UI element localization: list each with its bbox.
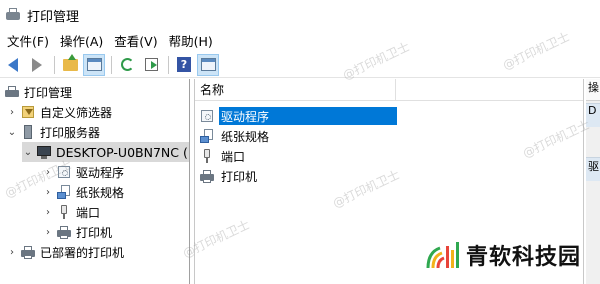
brand-logo: 青软科技园 bbox=[424, 236, 582, 274]
computer-icon bbox=[36, 144, 52, 160]
list-item-forms[interactable]: 纸张规格 bbox=[199, 126, 271, 146]
tree-item-label: DESKTOP-U0BN7NC ( bbox=[56, 144, 188, 160]
actions-pane-item[interactable]: D bbox=[586, 103, 600, 127]
menu-view[interactable]: 查看(V) bbox=[110, 31, 164, 50]
show-hide-console-tree-button[interactable] bbox=[83, 53, 105, 76]
help-button[interactable]: ? bbox=[173, 54, 195, 76]
printer-icon bbox=[199, 168, 215, 184]
list-item-label: 打印机 bbox=[221, 169, 258, 184]
forms-icon bbox=[56, 184, 72, 200]
actions-pane-header: 操 bbox=[586, 79, 600, 101]
filter-icon bbox=[20, 104, 36, 120]
list-item-label: 纸张规格 bbox=[221, 129, 270, 144]
back-button[interactable] bbox=[2, 54, 24, 76]
refresh-button[interactable] bbox=[116, 54, 138, 76]
forward-button[interactable] bbox=[26, 54, 48, 76]
back-icon bbox=[8, 57, 18, 72]
tree-item-desktop-server[interactable]: ⌄ DESKTOP-U0BN7NC ( bbox=[22, 142, 189, 162]
chevron-right-icon[interactable]: › bbox=[6, 106, 18, 118]
list-item-printers[interactable]: 打印机 bbox=[199, 166, 259, 186]
tree-item-printers[interactable]: › 打印机 bbox=[42, 222, 112, 242]
tree-item-label: 纸张规格 bbox=[76, 185, 125, 200]
list-header: 名称 bbox=[195, 79, 583, 101]
menu-action[interactable]: 操作(A) bbox=[56, 31, 110, 50]
chevron-right-icon[interactable]: › bbox=[42, 226, 54, 238]
tree-item-drivers[interactable]: › 驱动程序 bbox=[42, 162, 124, 182]
toolbar-separator bbox=[111, 55, 112, 74]
driver-icon bbox=[56, 164, 72, 180]
chevron-down-icon[interactable]: ⌄ bbox=[6, 126, 18, 138]
tree-item-label: 打印管理 bbox=[24, 85, 73, 100]
list-item-drivers[interactable]: 驱动程序 bbox=[199, 106, 397, 126]
list-item-label: 端口 bbox=[221, 149, 246, 164]
action-pane-icon bbox=[200, 58, 216, 71]
tree-item-deployed-printers[interactable]: › 已部署的打印机 bbox=[6, 242, 124, 262]
tree-item-label: 已部署的打印机 bbox=[40, 245, 125, 260]
chevron-right-icon[interactable]: › bbox=[42, 206, 54, 218]
deployed-printer-icon bbox=[20, 244, 36, 260]
console-tree: 打印管理 › 自定义筛选器 ⌄ 打印服务器 ⌄ DESKTOP-U0BN7NC … bbox=[0, 79, 190, 284]
tree-item-forms[interactable]: › 纸张规格 bbox=[42, 182, 124, 202]
tree-item-label: 自定义筛选器 bbox=[40, 105, 113, 120]
console-tree-icon bbox=[86, 58, 102, 71]
brand-name: 青软科技园 bbox=[466, 245, 582, 270]
toolbar-separator bbox=[168, 55, 169, 74]
column-header-name[interactable]: 名称 bbox=[200, 79, 396, 101]
printer-icon bbox=[56, 224, 72, 240]
window-title: 打印管理 bbox=[27, 9, 80, 25]
actions-pane-item[interactable]: 驱 bbox=[586, 157, 600, 181]
up-folder-icon bbox=[62, 53, 78, 71]
help-icon: ? bbox=[177, 57, 191, 72]
toolbar: ? bbox=[0, 52, 600, 78]
tree-item-root[interactable]: 打印管理 bbox=[4, 82, 72, 102]
tree-item-label: 端口 bbox=[76, 205, 101, 220]
printer-management-icon bbox=[4, 84, 20, 100]
server-icon bbox=[20, 124, 36, 140]
port-icon bbox=[56, 204, 72, 220]
chevron-right-icon[interactable]: › bbox=[42, 186, 54, 198]
tree-item-print-servers[interactable]: ⌄ 打印服务器 bbox=[6, 122, 100, 142]
driver-icon bbox=[199, 108, 215, 124]
menu-file[interactable]: 文件(F) bbox=[3, 31, 56, 50]
export-list-icon bbox=[144, 58, 158, 71]
chevron-right-icon[interactable]: › bbox=[42, 166, 54, 178]
printer-management-app-icon bbox=[5, 7, 21, 23]
brand-mark-icon bbox=[426, 242, 459, 269]
tree-item-ports[interactable]: › 端口 bbox=[42, 202, 100, 222]
toolbar-separator bbox=[54, 55, 55, 74]
show-hide-action-pane-button[interactable] bbox=[197, 53, 219, 76]
list-item-label: 驱动程序 bbox=[219, 107, 397, 125]
forms-icon bbox=[199, 128, 215, 144]
export-list-button[interactable] bbox=[140, 54, 162, 76]
menu-help[interactable]: 帮助(H) bbox=[165, 31, 220, 50]
menu-bar: 文件(F) 操作(A) 查看(V) 帮助(H) bbox=[0, 30, 600, 50]
refresh-icon bbox=[120, 58, 134, 71]
tree-item-label: 打印服务器 bbox=[40, 125, 101, 140]
tree-item-label: 驱动程序 bbox=[76, 165, 125, 180]
tree-item-custom-filters[interactable]: › 自定义筛选器 bbox=[6, 102, 112, 122]
tree-item-label: 打印机 bbox=[76, 225, 113, 240]
list-item-ports[interactable]: 端口 bbox=[199, 146, 247, 166]
forward-icon bbox=[32, 57, 42, 72]
actions-pane: 操 D 驱 bbox=[586, 79, 600, 284]
up-level-button[interactable] bbox=[59, 53, 81, 76]
title-bar: 打印管理 bbox=[0, 0, 600, 30]
chevron-right-icon[interactable]: › bbox=[6, 246, 18, 258]
port-icon bbox=[199, 148, 215, 164]
chevron-down-icon[interactable]: ⌄ bbox=[22, 146, 34, 158]
